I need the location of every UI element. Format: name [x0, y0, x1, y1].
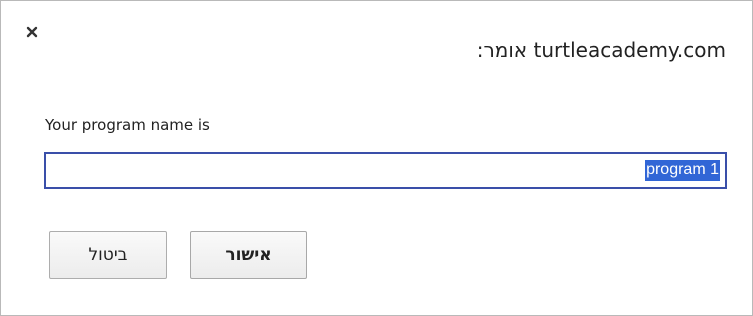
- prompt-dialog: turtleacademy.com אומר: Your program nam…: [0, 0, 753, 316]
- close-icon: [21, 21, 43, 43]
- ok-button[interactable]: אישור: [190, 231, 307, 279]
- program-name-input[interactable]: program 1: [44, 152, 727, 189]
- cancel-button[interactable]: ביטול: [49, 231, 167, 279]
- dialog-title: turtleacademy.com אומר:: [476, 38, 726, 62]
- prompt-label: Your program name is: [45, 116, 210, 134]
- input-value: program 1: [645, 160, 720, 181]
- close-button[interactable]: [21, 21, 43, 43]
